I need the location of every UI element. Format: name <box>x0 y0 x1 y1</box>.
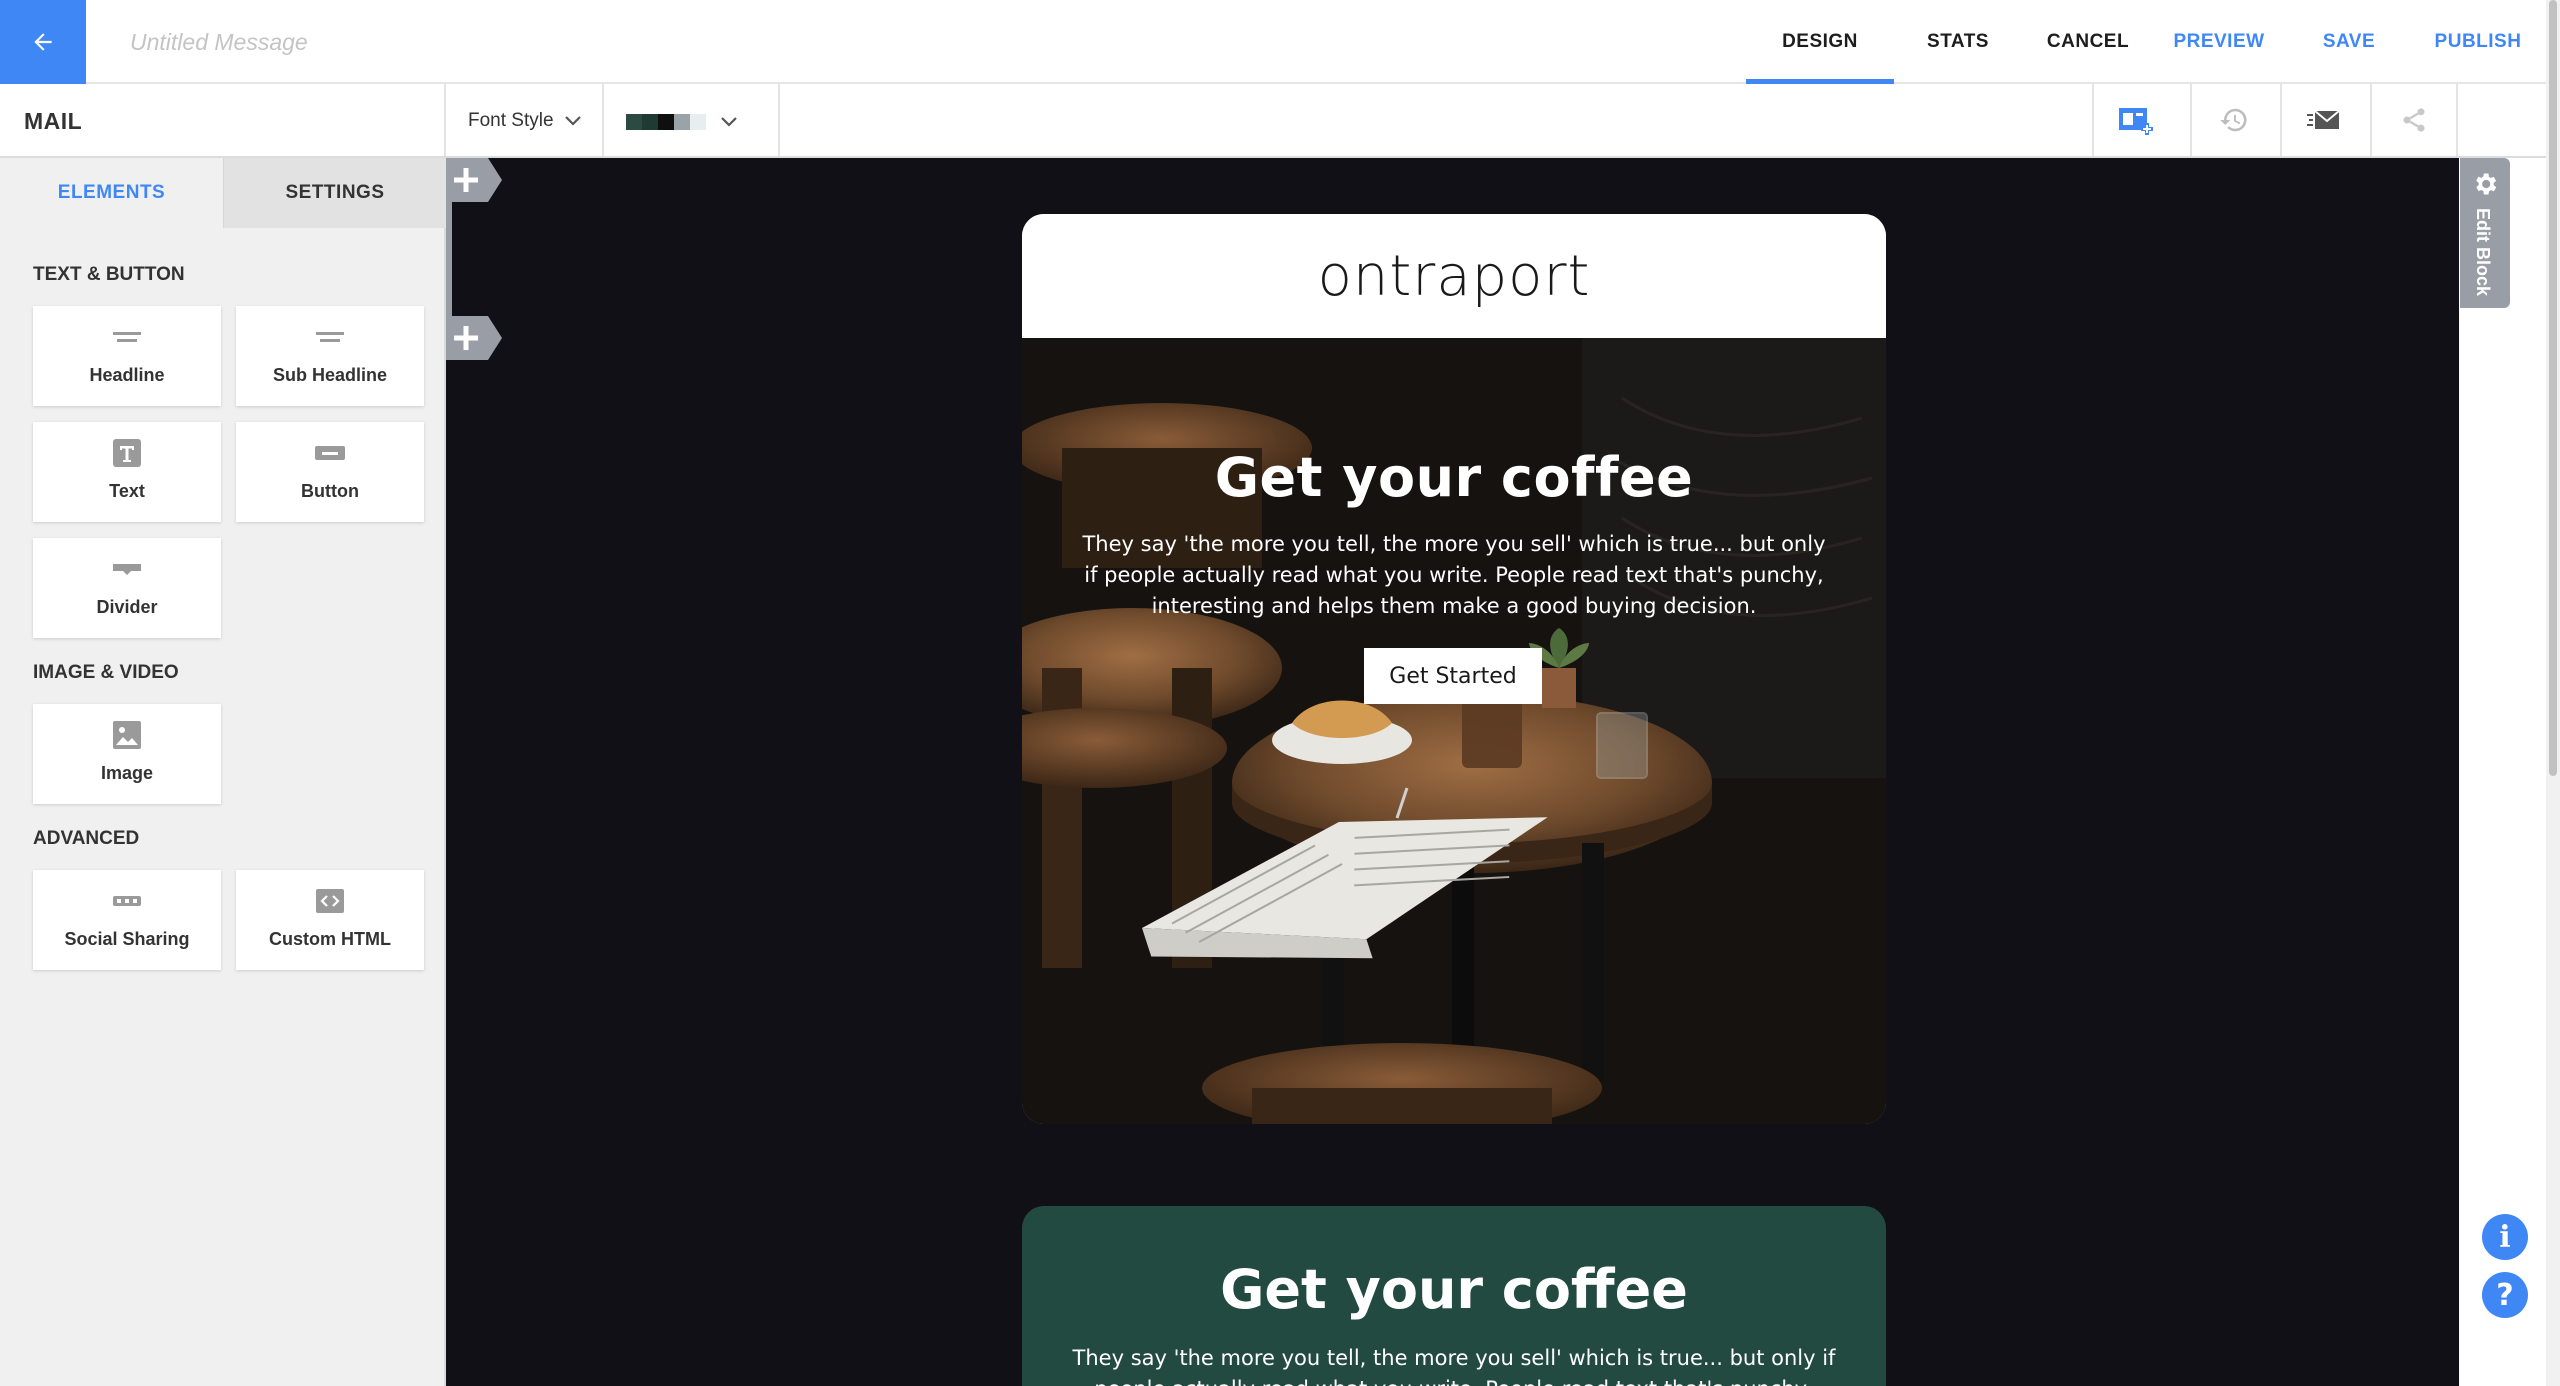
publish-button[interactable]: PUBLISH <box>2428 0 2528 84</box>
tab-settings-label: SETTINGS <box>285 182 385 203</box>
top-bar: DESIGN STATS CANCEL PREVIEW SAVE PUBLISH <box>0 0 2560 84</box>
cancel-label: CANCEL <box>2046 31 2130 52</box>
element-divider-label: Divider <box>96 597 158 617</box>
element-social-sharing-label: Social Sharing <box>64 929 190 949</box>
button-icon <box>315 439 345 467</box>
block2-body-text[interactable]: They say 'the more you tell, the more yo… <box>1064 1343 1844 1386</box>
sub-headline-icon <box>316 323 344 351</box>
edit-block-tab[interactable]: Edit Block <box>2460 158 2510 308</box>
tab-settings[interactable]: SETTINGS <box>223 158 446 228</box>
toolbar-divider <box>2456 84 2458 156</box>
block2-headline[interactable]: Get your coffee <box>1022 1258 1886 1321</box>
save-button[interactable]: SAVE <box>2312 0 2386 84</box>
message-title-input[interactable] <box>130 22 730 62</box>
tab-stats[interactable]: STATS <box>1910 0 2006 84</box>
history-tool[interactable] <box>2190 84 2276 156</box>
share-icon <box>2403 108 2425 132</box>
layout-add-icon <box>2119 108 2153 135</box>
get-started-button[interactable]: Get Started <box>1364 648 1542 704</box>
hero-background-image: Get your coffee They say 'the more you t… <box>1022 338 1886 1124</box>
element-custom-html-label: Custom HTML <box>269 929 391 949</box>
element-headline-label: Headline <box>89 365 165 385</box>
palette-swatch <box>658 114 674 130</box>
element-image[interactable]: Image <box>33 704 221 804</box>
info-icon[interactable]: i <box>2482 1214 2528 1260</box>
help-icon[interactable]: ? <box>2482 1272 2528 1318</box>
hero-text-block: Get your coffee They say 'the more you t… <box>1022 446 1886 622</box>
send-mail-icon <box>2307 110 2340 129</box>
chevron-down-icon <box>721 117 737 127</box>
element-button[interactable]: Button <box>236 422 424 522</box>
right-utility-strip <box>2459 158 2546 1386</box>
back-button[interactable] <box>0 0 86 84</box>
image-icon <box>113 721 141 749</box>
element-image-label: Image <box>100 763 154 783</box>
tab-elements[interactable]: ELEMENTS <box>0 158 223 228</box>
element-sub-headline[interactable]: Sub Headline <box>236 306 424 406</box>
tab-elements-label: ELEMENTS <box>57 182 166 203</box>
email-editor-app: DESIGN STATS CANCEL PREVIEW SAVE PUBLISH… <box>0 0 2560 1386</box>
scrollbar-thumb[interactable] <box>2549 0 2557 776</box>
elements-panel: ELEMENTS SETTINGS TEXT & BUTTON Headline… <box>0 158 446 1386</box>
section-title-text-button: TEXT & BUTTON <box>33 264 185 285</box>
gear-icon <box>2476 173 2497 195</box>
element-social-sharing[interactable]: Social Sharing <box>33 870 221 970</box>
email-block-hero[interactable]: ontraport Get your coffee They say 'the … <box>1022 214 1886 1124</box>
text-icon <box>113 439 141 467</box>
hero-headline[interactable]: Get your coffee <box>1022 446 1886 509</box>
section-title-image-video: IMAGE & VIDEO <box>33 662 179 683</box>
headline-icon <box>113 323 141 351</box>
element-headline[interactable]: Headline <box>33 306 221 406</box>
logo-header: ontraport <box>1022 214 1886 338</box>
share-tool[interactable] <box>2370 84 2456 156</box>
send-test-tool[interactable] <box>2280 84 2366 156</box>
divider-icon <box>113 555 141 583</box>
save-label: SAVE <box>2322 31 2376 52</box>
toolbar-divider <box>778 84 780 156</box>
tab-design-label: DESIGN <box>1782 31 1858 52</box>
hero-body-text[interactable]: They say 'the more you tell, the more yo… <box>1074 529 1834 622</box>
tab-design[interactable]: DESIGN <box>1746 0 1894 84</box>
palette-swatch <box>674 114 690 130</box>
add-block-tool[interactable] <box>2092 84 2178 156</box>
palette-swatch <box>626 114 642 130</box>
font-style-label: Font Style <box>468 110 554 131</box>
add-section-button[interactable] <box>446 316 502 360</box>
toolbar-divider <box>602 84 604 156</box>
editor-toolbar: MAIL Font Style <box>0 84 2546 158</box>
element-sub-headline-label: Sub Headline <box>272 365 388 385</box>
element-custom-html[interactable]: Custom HTML <box>236 870 424 970</box>
element-divider[interactable]: Divider <box>33 538 221 638</box>
email-canvas: ontraport Get your coffee They say 'the … <box>446 158 2459 1386</box>
arrow-left-icon <box>34 33 52 51</box>
brand-logo: ontraport <box>1317 243 1591 309</box>
toolbar-divider <box>444 84 446 156</box>
code-icon <box>316 887 344 915</box>
chevron-down-icon <box>564 116 581 126</box>
element-text-label: Text <box>109 481 145 501</box>
tab-stats-label: STATS <box>1927 31 1989 52</box>
font-style-dropdown[interactable]: Font Style <box>468 110 582 132</box>
edit-block-label: Edit Block <box>2473 208 2493 297</box>
social-sharing-icon <box>113 887 141 915</box>
element-text[interactable]: Text <box>33 422 221 522</box>
email-block-text[interactable]: Get your coffee They say 'the more you t… <box>1022 1206 1886 1386</box>
element-button-label: Button <box>301 481 359 501</box>
section-title-advanced: ADVANCED <box>33 828 140 849</box>
history-icon <box>2220 108 2247 132</box>
add-section-button[interactable] <box>446 158 502 202</box>
preview-button[interactable]: PREVIEW <box>2164 0 2274 84</box>
mail-label: MAIL <box>24 108 83 134</box>
page-scrollbar[interactable] <box>2546 0 2560 1386</box>
palette-swatch <box>642 114 658 130</box>
publish-label: PUBLISH <box>2434 31 2522 52</box>
color-palette-dropdown[interactable] <box>626 114 738 130</box>
cancel-button[interactable]: CANCEL <box>2040 0 2136 84</box>
palette-swatch <box>690 114 706 130</box>
preview-label: PREVIEW <box>2173 31 2265 52</box>
